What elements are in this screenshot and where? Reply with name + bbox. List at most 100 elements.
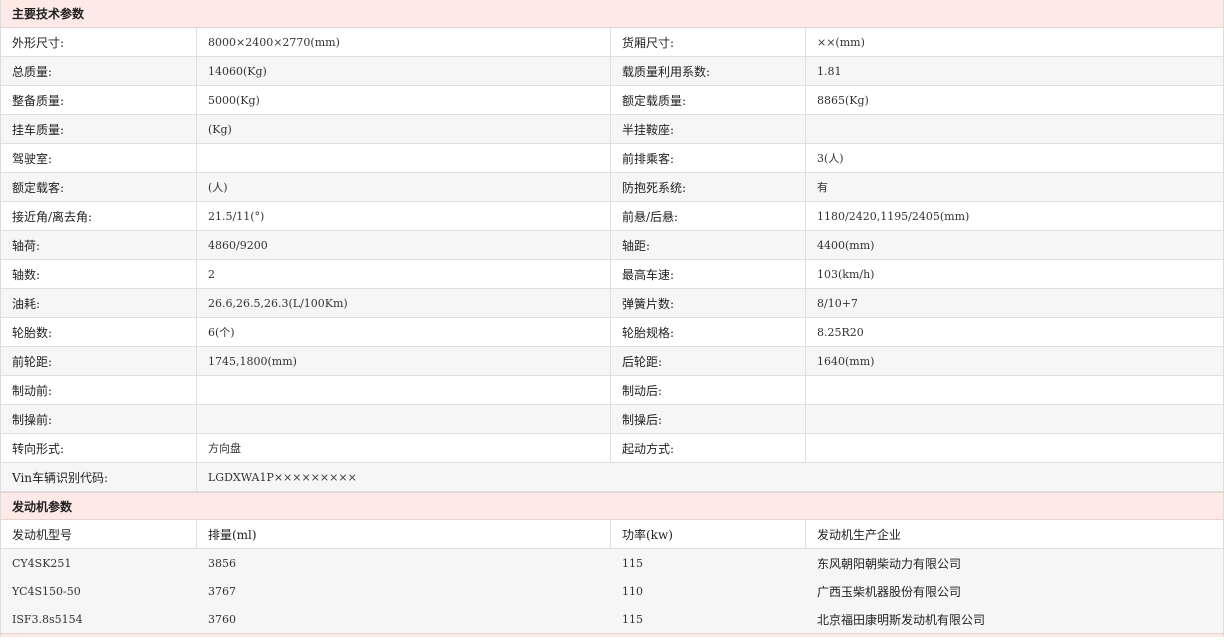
spec-value-cell: 8000×2400×2770(mm) [197,28,611,56]
spec-value-cell: 26.6,26.5,26.3(L/100Km) [197,289,611,317]
spec-label: 防抱死系统: [622,180,687,195]
spec-label: 轴距: [622,238,651,253]
spec-label-cell: 制操后: [611,405,806,433]
spec-row: 前轮距: 1745,1800(mm) 后轮距: 1640(mm) [1,347,1223,376]
spec-value-cell: 4860/9200 [197,231,611,259]
spec-label-cell: 额定载质量: [611,86,806,114]
spec-label: 轮胎数: [12,325,53,340]
spec-label-cell: 轮胎数: [1,318,197,346]
engine-maker-cell: 东风朝阳朝柴动力有限公司 [806,549,1223,577]
spec-label-cell: 轴距: [611,231,806,259]
spec-label: 油耗: [12,296,41,311]
engine-displacement-cell: 3856 [197,549,611,577]
spec-label-cell: 起动方式: [611,434,806,462]
spec-value-cell: 21.5/11(°) [197,202,611,230]
engine-header-model: 发动机型号 [1,520,197,548]
spec-label-cell: 总质量: [1,57,197,85]
spec-label-cell: 弹簧片数: [611,289,806,317]
spec-label: 外形尺寸: [12,35,65,50]
spec-value: 1180/2420,1195/2405(mm) [817,209,970,223]
spec-label: 载质量利用系数: [622,64,711,79]
engine-displacement-cell: 3767 [197,577,611,605]
spec-label-cell: 制操前: [1,405,197,433]
spec-value-cell: ××(mm) [806,28,1223,56]
engine-model: ISF3.8s5154 [12,612,83,626]
engine-maker: 广西玉柴机器股份有限公司 [817,584,962,599]
spec-label: 轴荷: [12,238,41,253]
engine-model: CY4SK251 [12,556,72,570]
spec-label: 制操后: [622,412,663,427]
engine-maker-cell: 北京福田康明斯发动机有限公司 [806,605,1223,633]
spec-sheet: 主要技术参数 外形尺寸: 8000×2400×2770(mm) 货厢尺寸: ××(mm… [0,0,1224,637]
spec-label: 前悬/后悬: [622,209,679,224]
engine-header-displacement: 排量(ml) [197,520,611,548]
spec-label: 总质量: [12,64,53,79]
engine-header-maker: 发动机生产企业 [817,527,902,542]
engine-displacement: 3767 [208,584,236,598]
engine-maker-cell: 广西玉柴机器股份有限公司 [806,577,1223,605]
engine-header-power: 功率(kw) [611,520,806,548]
spec-label-cell: 轴数: [1,260,197,288]
spec-value-cell: (Kg) [197,115,611,143]
spec-value-cell: 1.81 [806,57,1223,85]
spec-value-cell: 5000(Kg) [197,86,611,114]
engine-power: 110 [622,584,643,598]
spec-value: 4400(mm) [817,238,875,252]
vin-value: LGDXWA1P××××××××× [208,470,357,484]
spec-table: 外形尺寸: 8000×2400×2770(mm) 货厢尺寸: ××(mm) 总质量: 14… [1,28,1223,463]
engine-displacement: 3856 [208,556,236,570]
spec-label: 整备质量: [12,93,65,108]
spec-value-cell: 3(人) [806,144,1223,172]
spec-label-cell: 前排乘客: [611,144,806,172]
spec-label: 前轮距: [12,354,53,369]
section-title-main-specs: 主要技术参数 [1,0,1223,28]
spec-row: 总质量: 14060(Kg) 载质量利用系数: 1.81 [1,57,1223,86]
spec-label-cell: 整备质量: [1,86,197,114]
engine-displacement-cell: 3760 [197,605,611,633]
spec-value: 8.25R20 [817,325,864,339]
spec-label-cell: 外形尺寸: [1,28,197,56]
engine-power: 115 [622,612,643,626]
spec-label-cell: 最高车速: [611,260,806,288]
spec-value: 6(个) [208,326,235,339]
spec-value-cell: 方向盘 [197,434,611,462]
spec-value-cell: 103(km/h) [806,260,1223,288]
vin-row: Vin车辆识别代码: LGDXWA1P××××××××× [1,463,1223,492]
spec-value: 8/10+7 [817,296,858,310]
spec-value: 1.81 [817,64,842,78]
spec-value: ××(mm) [817,35,865,49]
spec-label: 制动后: [622,383,663,398]
spec-label: 起动方式: [622,441,675,456]
spec-label-cell: 防抱死系统: [611,173,806,201]
engine-power: 115 [622,556,643,570]
table-bottom-border [1,633,1223,637]
spec-label-cell: 货厢尺寸: [611,28,806,56]
spec-row: 制操前: 制操后: [1,405,1223,434]
spec-value-cell: 2 [197,260,611,288]
spec-label: 货厢尺寸: [622,35,675,50]
spec-value-cell: 1640(mm) [806,347,1223,375]
spec-row: 制动前: 制动后: [1,376,1223,405]
engine-model-cell: YC4S150-50 [1,577,197,605]
spec-label: 轮胎规格: [622,325,675,340]
spec-label-cell: 前轮距: [1,347,197,375]
spec-value-cell [197,144,611,172]
spec-label-cell: 接近角/离去角: [1,202,197,230]
spec-label-cell: 制动前: [1,376,197,404]
spec-value-cell: 8865(Kg) [806,86,1223,114]
spec-value-cell: 1745,1800(mm) [197,347,611,375]
spec-label: 制动前: [12,383,53,398]
engine-row: ISF3.8s5154 3760 115 北京福田康明斯发动机有限公司 [1,605,1223,633]
spec-value: 4860/9200 [208,238,268,252]
spec-label: 前排乘客: [622,151,675,166]
spec-value-cell: 1180/2420,1195/2405(mm) [806,202,1223,230]
spec-row: 接近角/离去角: 21.5/11(°) 前悬/后悬: 1180/2420,1195/2… [1,202,1223,231]
spec-label-cell: 驾驶室: [1,144,197,172]
spec-value: 有 [817,181,828,194]
spec-label-cell: 转向形式: [1,434,197,462]
spec-label: 接近角/离去角: [12,209,93,224]
spec-label-cell: 挂车质量: [1,115,197,143]
spec-row: 外形尺寸: 8000×2400×2770(mm) 货厢尺寸: ××(mm) [1,28,1223,57]
engine-model-cell: CY4SK251 [1,549,197,577]
spec-value: 8865(Kg) [817,93,869,107]
